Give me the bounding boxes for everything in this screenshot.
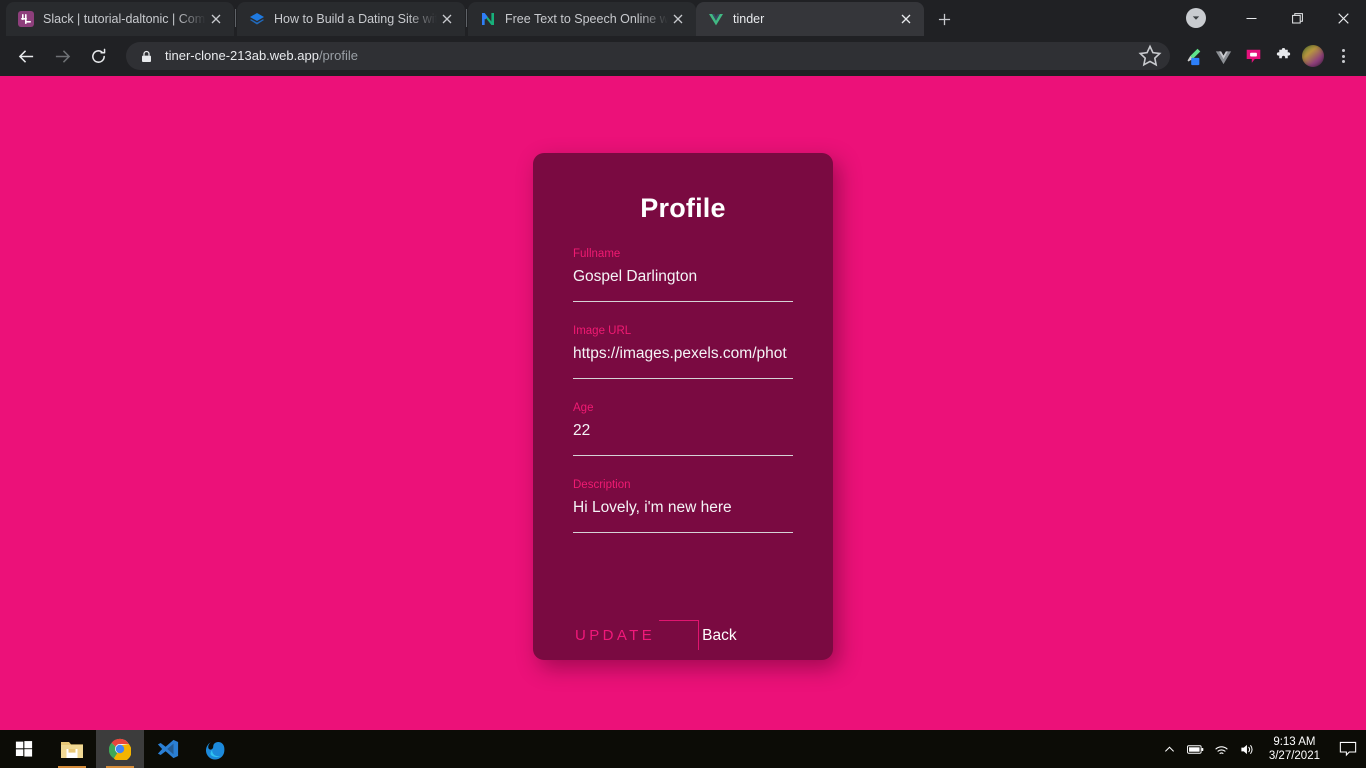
field-label: Fullname bbox=[573, 248, 621, 260]
card-actions: UPDATE Back bbox=[573, 612, 793, 660]
description-input[interactable]: Hi Lovely, i'm new here bbox=[573, 498, 793, 518]
close-icon[interactable] bbox=[1320, 0, 1366, 36]
microsoft-edge-button[interactable] bbox=[192, 730, 240, 768]
field-label: Image URL bbox=[573, 325, 632, 337]
windows-taskbar: 9:13 AM 3/27/2021 bbox=[0, 730, 1366, 768]
puzzle-piece-icon[interactable] bbox=[1269, 42, 1297, 70]
speaker-icon[interactable] bbox=[1235, 730, 1261, 768]
close-icon[interactable] bbox=[896, 9, 916, 29]
field-underline bbox=[573, 455, 793, 456]
url-path: /profile bbox=[318, 48, 358, 63]
screen: Slack | tutorial-daltonic | CometC How t… bbox=[0, 0, 1366, 768]
new-tab-button[interactable] bbox=[930, 5, 958, 33]
clock-time: 9:13 AM bbox=[1273, 736, 1316, 748]
browser-toolbar: tiner-clone-213ab.web.app/profile bbox=[0, 36, 1366, 76]
google-chrome-button[interactable] bbox=[96, 730, 144, 768]
browser-tab-dating-site[interactable]: How to Build a Dating Site with V bbox=[237, 2, 465, 36]
vue-devtools-icon[interactable] bbox=[1209, 42, 1237, 70]
reload-icon[interactable] bbox=[82, 40, 114, 72]
field-fullname: Fullname Gospel Darlington bbox=[573, 247, 793, 302]
field-underline bbox=[573, 301, 793, 302]
lock-icon bbox=[140, 50, 153, 63]
minimize-icon[interactable] bbox=[1228, 0, 1274, 36]
clock-date: 3/27/2021 bbox=[1268, 750, 1320, 762]
wifi-icon[interactable] bbox=[1209, 730, 1235, 768]
notification-icon[interactable] bbox=[1330, 730, 1366, 768]
slack-icon bbox=[18, 11, 34, 27]
browser-tab-slack[interactable]: Slack | tutorial-daltonic | CometC bbox=[6, 2, 234, 36]
system-tray: 9:13 AM 3/27/2021 bbox=[1157, 730, 1366, 768]
start-button[interactable] bbox=[0, 730, 48, 768]
tab-separator bbox=[235, 9, 236, 27]
file-explorer-button[interactable] bbox=[48, 730, 96, 768]
browser-chrome: Slack | tutorial-daltonic | CometC How t… bbox=[0, 0, 1366, 76]
field-description: Description Hi Lovely, i'm new here bbox=[573, 478, 793, 533]
star-icon[interactable] bbox=[1138, 44, 1162, 68]
vs-code-button[interactable] bbox=[144, 730, 192, 768]
field-label: Description bbox=[573, 479, 631, 491]
window-controls bbox=[1186, 0, 1366, 36]
fullname-input[interactable]: Gospel Darlington bbox=[573, 267, 793, 287]
button-outline-artifact bbox=[659, 620, 699, 650]
field-age: Age 22 bbox=[573, 401, 793, 456]
maximize-icon[interactable] bbox=[1274, 0, 1320, 36]
three-dot-menu-icon[interactable] bbox=[1329, 42, 1357, 70]
update-button[interactable]: UPDATE bbox=[573, 621, 657, 651]
screen-recorder-icon[interactable] bbox=[1239, 42, 1267, 70]
field-underline bbox=[573, 378, 793, 379]
image-url-input[interactable]: https://images.pexels.com/phot bbox=[573, 344, 793, 364]
chevron-up-icon[interactable] bbox=[1157, 730, 1183, 768]
tab-strip: Slack | tutorial-daltonic | CometC How t… bbox=[0, 0, 1366, 36]
battery-icon[interactable] bbox=[1183, 730, 1209, 768]
natural-reader-icon bbox=[480, 11, 496, 27]
close-icon[interactable] bbox=[668, 9, 688, 29]
tab-title: Free Text to Speech Online with N bbox=[505, 12, 668, 26]
back-button[interactable]: Back bbox=[702, 626, 736, 646]
tab-separator bbox=[466, 9, 467, 27]
field-image-url: Image URL https://images.pexels.com/phot bbox=[573, 324, 793, 379]
url-text: tiner-clone-213ab.web.app/profile bbox=[165, 42, 1138, 70]
profile-card: Profile Fullname Gospel Darlington Image… bbox=[533, 153, 833, 660]
field-underline bbox=[573, 532, 793, 533]
avatar[interactable] bbox=[1299, 42, 1327, 70]
close-icon[interactable] bbox=[437, 9, 457, 29]
browser-tab-tinder[interactable]: tinder bbox=[696, 2, 924, 36]
tab-title: tinder bbox=[733, 12, 765, 26]
field-label: Age bbox=[573, 402, 594, 414]
back-arrow-icon[interactable] bbox=[10, 40, 42, 72]
page-viewport: Profile Fullname Gospel Darlington Image… bbox=[0, 76, 1366, 730]
vue-icon bbox=[708, 11, 724, 27]
chevron-down-circle-icon[interactable] bbox=[1186, 8, 1206, 28]
url-domain: tiner-clone-213ab.web.app bbox=[165, 48, 319, 63]
tab-title: Slack | tutorial-daltonic | CometC bbox=[43, 12, 206, 26]
browser-tab-text-to-speech[interactable]: Free Text to Speech Online with N bbox=[468, 2, 696, 36]
forward-arrow-icon bbox=[46, 40, 78, 72]
age-input[interactable]: 22 bbox=[573, 421, 793, 441]
clock[interactable]: 9:13 AM 3/27/2021 bbox=[1261, 735, 1330, 763]
page-title: Profile bbox=[640, 193, 726, 223]
address-bar[interactable]: tiner-clone-213ab.web.app/profile bbox=[126, 42, 1170, 70]
tab-title: How to Build a Dating Site with V bbox=[274, 12, 437, 26]
layers-icon bbox=[249, 11, 265, 27]
eyedropper-icon[interactable] bbox=[1179, 42, 1207, 70]
close-icon[interactable] bbox=[206, 9, 226, 29]
